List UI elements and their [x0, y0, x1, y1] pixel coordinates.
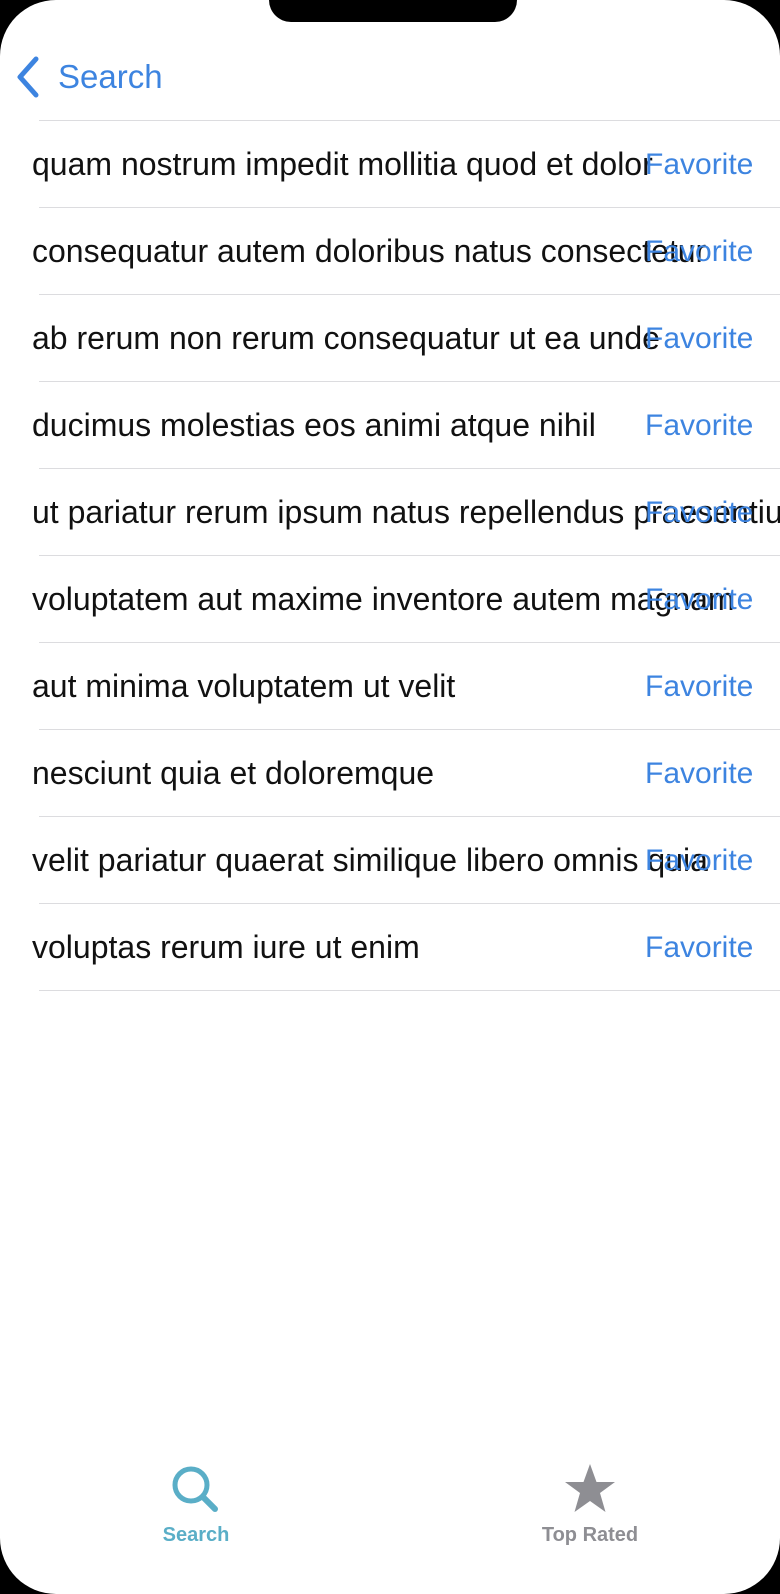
list-item-title: consequatur autem doloribus natus consec…	[32, 233, 707, 269]
tab-top-rated[interactable]: Top Rated	[490, 1462, 690, 1562]
list-item[interactable]: nesciunt quia et doloremque Favorite	[0, 730, 780, 817]
favorite-button[interactable]: Favorite	[645, 469, 753, 556]
favorite-button[interactable]: Favorite	[645, 817, 753, 904]
list-item[interactable]: quam nostrum impedit mollitia quod et do…	[0, 121, 780, 208]
tab-search-label: Search	[162, 1524, 230, 1546]
list-item[interactable]: ducimus molestias eos animi atque nihil …	[0, 382, 780, 469]
device-notch	[269, 0, 517, 22]
list-item-title: aut minima voluptatem ut velit	[32, 668, 456, 704]
tab-search[interactable]: Search	[96, 1462, 296, 1562]
results-list: quam nostrum impedit mollitia quod et do…	[0, 120, 780, 991]
list-item-title: voluptatem aut maxime inventore autem ma…	[32, 581, 735, 617]
list-item[interactable]: voluptas rerum iure ut enim Favorite	[0, 904, 780, 991]
list-item-title: voluptas rerum iure ut enim	[32, 929, 420, 965]
favorite-button[interactable]: Favorite	[645, 556, 753, 643]
list-item-title: ab rerum non rerum consequatur ut ea und…	[32, 320, 660, 356]
favorite-button[interactable]: Favorite	[645, 904, 753, 991]
list-item[interactable]: ut pariatur rerum ipsum natus repellendu…	[0, 469, 780, 556]
favorite-button[interactable]: Favorite	[645, 730, 753, 817]
back-button[interactable]: Search	[14, 52, 163, 102]
list-item-title: ducimus molestias eos animi atque nihil	[32, 407, 596, 443]
list-item-title: quam nostrum impedit mollitia quod et do…	[32, 146, 653, 182]
favorite-button[interactable]: Favorite	[645, 208, 753, 295]
favorite-button[interactable]: Favorite	[645, 643, 753, 730]
list-item-title: velit pariatur quaerat similique libero …	[32, 842, 708, 878]
chevron-left-icon	[17, 56, 39, 98]
tab-top-rated-label: Top Rated	[541, 1524, 639, 1546]
app-screen: Search quam nostrum impedit mollitia quo…	[0, 0, 780, 1594]
list-item[interactable]: ab rerum non rerum consequatur ut ea und…	[0, 295, 780, 382]
magnifying-glass-icon	[172, 1466, 218, 1512]
row-separator	[39, 990, 780, 991]
favorite-button[interactable]: Favorite	[645, 121, 753, 208]
list-item[interactable]: voluptatem aut maxime inventore autem ma…	[0, 556, 780, 643]
list-item[interactable]: velit pariatur quaerat similique libero …	[0, 817, 780, 904]
list-item-title: nesciunt quia et doloremque	[32, 755, 435, 791]
tab-bar: Search Top Rated	[0, 1462, 780, 1572]
favorite-button[interactable]: Favorite	[645, 382, 753, 469]
list-item[interactable]: consequatur autem doloribus natus consec…	[0, 208, 780, 295]
back-button-label: Search	[58, 58, 163, 95]
favorite-button[interactable]: Favorite	[645, 295, 753, 382]
star-icon	[565, 1464, 615, 1512]
list-item[interactable]: aut minima voluptatem ut velit Favorite	[0, 643, 780, 730]
